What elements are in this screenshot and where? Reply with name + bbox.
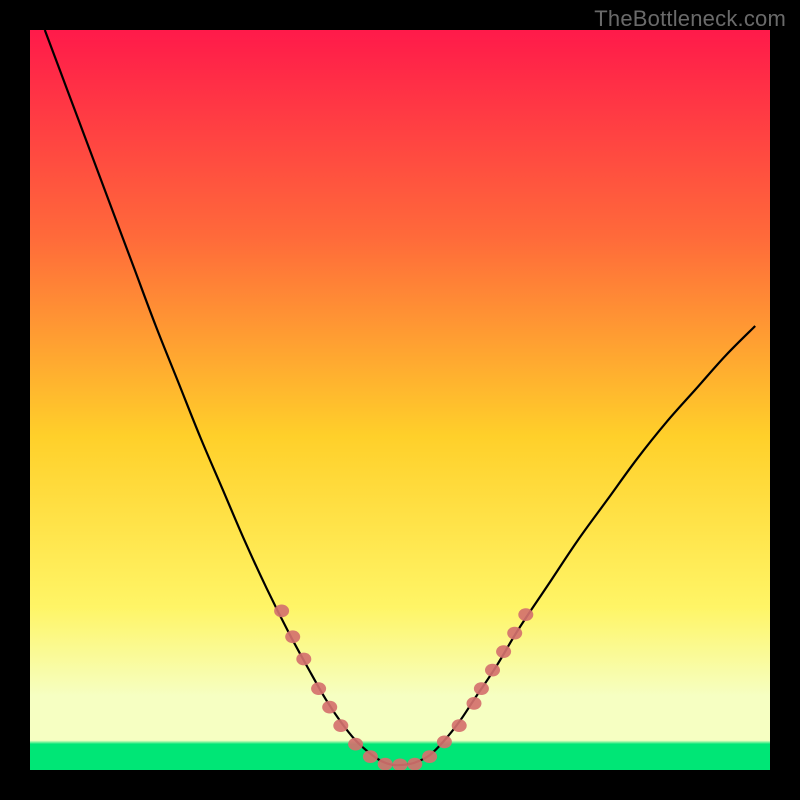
plot-area [30,30,770,770]
curve-marker [348,738,363,751]
bottleneck-curve [45,30,755,765]
curve-marker [496,645,511,658]
curve-marker [467,697,482,710]
marker-group [274,605,533,770]
curve-marker [378,758,393,770]
curve-marker [333,719,348,732]
curve-marker [285,630,300,643]
curve-marker [322,701,337,714]
chart-svg [30,30,770,770]
chart-frame: TheBottleneck.com [0,0,800,800]
curve-marker [507,627,522,640]
curve-marker [437,736,452,749]
curve-marker [474,682,489,695]
curve-marker [393,758,408,770]
curve-marker [452,719,467,732]
curve-marker [407,758,422,770]
curve-marker [274,605,289,618]
curve-marker [422,750,437,763]
curve-marker [296,653,311,666]
watermark-text: TheBottleneck.com [594,6,786,32]
curve-marker [485,664,500,677]
curve-marker [518,608,533,621]
curve-marker [363,750,378,763]
curve-marker [311,682,326,695]
